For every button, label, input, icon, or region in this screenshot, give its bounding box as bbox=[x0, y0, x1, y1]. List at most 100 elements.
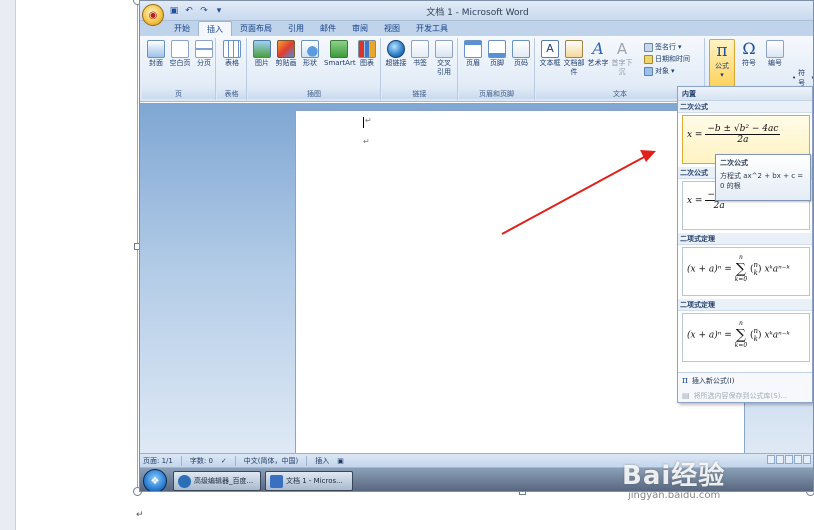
pi-icon: π bbox=[716, 41, 728, 61]
baidu-watermark: Bai经验 jingyan.baidu.com bbox=[622, 455, 802, 515]
dropcap-icon: A bbox=[616, 40, 628, 58]
status-page[interactable]: 页面: 1/1 bbox=[143, 456, 173, 466]
footer-icon bbox=[488, 40, 506, 58]
windows-start-icon[interactable]: ❖ bbox=[143, 469, 167, 491]
clipart-button[interactable]: 剪贴画 bbox=[274, 40, 298, 68]
cross-reference-icon bbox=[435, 40, 453, 58]
gallery-footer: π 插入新公式(I) ▤ 将所选内容保存到公式库(S)... bbox=[678, 372, 812, 402]
word-doc-icon bbox=[270, 474, 283, 488]
title-bar: ◉ ▣ ↶ ↷ ▾ 文档 1 - Microsoft Word bbox=[140, 1, 813, 26]
hyperlink-button[interactable]: 超链接 bbox=[384, 40, 408, 68]
tab-review[interactable]: 审阅 bbox=[344, 21, 376, 36]
tab-mailings[interactable]: 邮件 bbox=[312, 21, 344, 36]
smartart-icon bbox=[330, 40, 348, 58]
draft-icon[interactable] bbox=[803, 455, 811, 464]
insert-new-equation-item[interactable]: π 插入新公式(I) bbox=[678, 373, 812, 388]
dropcap-button[interactable]: A 首字下沉 bbox=[610, 40, 634, 77]
quick-parts-icon bbox=[565, 40, 583, 58]
object-icon bbox=[644, 66, 653, 76]
clipart-icon bbox=[277, 40, 295, 58]
group-label-tables: 表格 bbox=[217, 89, 246, 99]
equation-item-binomial-2[interactable]: (x + a)ⁿ = n ∑ k=0 (n k) xᵏaⁿ⁻ᵏ bbox=[682, 313, 810, 362]
group-links: 超链接 书签 交叉 引用 链接 bbox=[382, 38, 458, 100]
picture-icon bbox=[253, 40, 271, 58]
picture-button[interactable]: 图片 bbox=[250, 40, 274, 68]
header-icon bbox=[464, 40, 482, 58]
textbox-icon: A bbox=[541, 40, 559, 58]
bullet-icon: • bbox=[792, 74, 797, 82]
tab-home[interactable]: 开始 bbox=[166, 21, 198, 36]
omega-icon: Ω bbox=[742, 39, 756, 58]
globe-icon bbox=[387, 40, 405, 58]
equation-item-binomial[interactable]: (x + a)ⁿ = n ∑ k=0 (n k) xᵏaⁿ⁻ᵏ bbox=[682, 247, 810, 296]
taskbar-item-browser[interactable]: 高级编辑器_百度... bbox=[173, 471, 261, 491]
blank-page-button[interactable]: 空白页 bbox=[168, 40, 192, 68]
tab-page-layout[interactable]: 页面布局 bbox=[232, 21, 280, 36]
formula-quadratic: x = −b ± √b² − 4ac 2a bbox=[687, 124, 781, 145]
group-illustrations: 图片 剪贴画 形状 SmartArt 图表 插图 bbox=[248, 38, 381, 100]
textbox-button[interactable]: A 文本框 bbox=[538, 40, 562, 68]
formula-binomial: (x + a)ⁿ = n ∑ k=0 (n k) xᵏaⁿ⁻ᵏ bbox=[687, 254, 790, 283]
wordart-button[interactable]: A 艺术字 bbox=[586, 40, 610, 68]
numbering-button[interactable]: 编号 bbox=[763, 40, 787, 68]
bookmark-icon bbox=[411, 40, 429, 58]
group-label-links: 链接 bbox=[382, 89, 457, 99]
group-tables: 表格 表格 bbox=[217, 38, 247, 100]
chart-button[interactable]: 图表 bbox=[355, 40, 379, 68]
table-button[interactable]: 表格 bbox=[220, 40, 244, 68]
gallery-section-title: 二次公式 bbox=[678, 101, 812, 113]
footer-button[interactable]: 页脚 bbox=[485, 40, 509, 68]
proofing-icon[interactable]: ✓ bbox=[221, 457, 227, 465]
equation-button[interactable]: π 公式 ▾ bbox=[709, 39, 735, 87]
gallery-header: 内置 bbox=[678, 87, 812, 101]
baidu-logo: Bai经验 bbox=[622, 461, 726, 491]
page-number-button[interactable]: 页码 bbox=[509, 40, 533, 68]
date-time-button[interactable]: 日期和时间 bbox=[644, 54, 690, 64]
signature-line-button[interactable]: 签名行 ▾ bbox=[644, 42, 682, 52]
equation-gallery: 内置 二次公式 x = −b ± √b² − 4ac 2a 二次公式 x = −… bbox=[677, 86, 813, 403]
object-button[interactable]: 对象 ▾ bbox=[644, 66, 675, 76]
status-language[interactable]: 中文(简体，中国) bbox=[244, 456, 298, 466]
status-mode[interactable]: 插入 bbox=[315, 456, 329, 466]
status-words[interactable]: 字数: 0 bbox=[190, 456, 213, 466]
tab-developer[interactable]: 开发工具 bbox=[408, 21, 456, 36]
group-label-pages: 页 bbox=[142, 89, 215, 99]
pi-icon: π bbox=[682, 375, 688, 386]
outer-left-margin bbox=[0, 0, 16, 530]
page-number-icon bbox=[512, 40, 530, 58]
group-label-header-footer: 页眉和页脚 bbox=[459, 89, 534, 99]
save-to-gallery-item[interactable]: ▤ 将所选内容保存到公式库(S)... bbox=[678, 388, 812, 402]
group-label-illustrations: 插图 bbox=[248, 89, 380, 99]
symbol-button[interactable]: Ω 符号 bbox=[737, 40, 761, 68]
formula-binomial-2: (x + a)ⁿ = n ∑ k=0 (n k) xᵏaⁿ⁻ᵏ bbox=[687, 320, 790, 349]
calendar-icon bbox=[644, 54, 653, 64]
tab-references[interactable]: 引用 bbox=[280, 21, 312, 36]
group-header-footer: 页眉 页脚 页码 页眉和页脚 bbox=[459, 38, 535, 100]
cross-reference-button[interactable]: 交叉 引用 bbox=[432, 40, 456, 77]
symbol-small-button[interactable]: • 符号▾ bbox=[792, 68, 813, 88]
cover-page-icon bbox=[147, 40, 165, 58]
browser-icon bbox=[178, 474, 191, 488]
table-icon bbox=[223, 40, 241, 58]
tab-insert[interactable]: 插入 bbox=[198, 21, 232, 36]
macro-record-icon[interactable]: ▣ bbox=[337, 457, 344, 465]
taskbar-item-word[interactable]: 文档 1 - Micros... bbox=[265, 471, 353, 491]
paragraph-mark: ↵ bbox=[136, 510, 144, 520]
group-pages: 封面 空白页 分页 页 bbox=[142, 38, 216, 100]
bookmark-button[interactable]: 书签 bbox=[408, 40, 432, 68]
shapes-button[interactable]: 形状 bbox=[298, 40, 322, 68]
signature-icon bbox=[644, 42, 653, 52]
window-title: 文档 1 - Microsoft Word bbox=[426, 8, 529, 18]
save-gallery-icon: ▤ bbox=[682, 391, 690, 400]
wordart-icon: A bbox=[592, 39, 604, 58]
tab-view[interactable]: 视图 bbox=[376, 21, 408, 36]
quick-parts-button[interactable]: 文档部件 bbox=[562, 40, 586, 77]
paragraph-mark: ↵ bbox=[363, 137, 370, 146]
page-break-button[interactable]: 分页 bbox=[192, 40, 216, 68]
tooltip-quadratic: 二次公式 方程式 ax^2 + bx + c = 0 的根 bbox=[715, 154, 811, 201]
header-button[interactable]: 页眉 bbox=[461, 40, 485, 68]
smartart-button[interactable]: SmartArt bbox=[324, 40, 356, 68]
office-logo-icon[interactable]: ◉ bbox=[142, 4, 164, 26]
blank-page-icon bbox=[171, 40, 189, 58]
cover-page-button[interactable]: 封面 bbox=[144, 40, 168, 68]
